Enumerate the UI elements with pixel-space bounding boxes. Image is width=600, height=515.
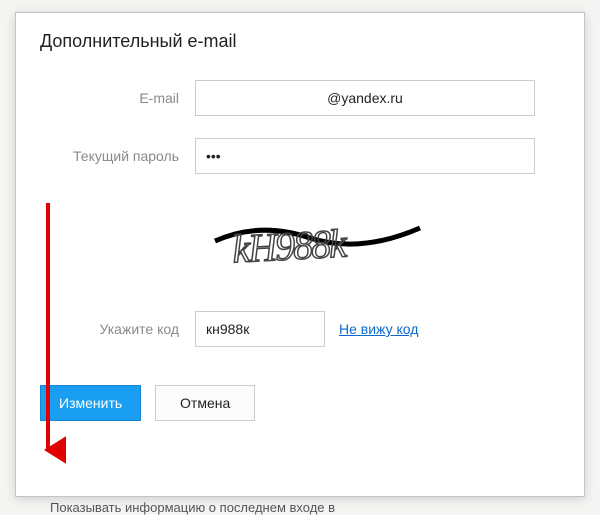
submit-button[interactable]: Изменить: [40, 385, 141, 421]
email-row: E-mail: [40, 80, 560, 116]
password-label: Текущий пароль: [40, 148, 195, 164]
code-row: Укажите код Не вижу код: [40, 311, 560, 347]
email-label: E-mail: [40, 90, 195, 106]
svg-text:kH988k: kH988k: [231, 220, 349, 271]
captcha-image: kH988k: [210, 196, 425, 281]
password-row: Текущий пароль: [40, 138, 560, 174]
additional-email-modal: Дополнительный e-mail E-mail Текущий пар…: [15, 12, 585, 497]
captcha-code-input[interactable]: [195, 311, 325, 347]
email-input[interactable]: [195, 80, 535, 116]
background-partial-text: Показывать информацию о последнем входе …: [50, 500, 590, 515]
refresh-captcha-link[interactable]: Не вижу код: [339, 321, 418, 337]
captcha-row: kH988k: [40, 196, 560, 281]
cancel-button[interactable]: Отмена: [155, 385, 255, 421]
modal-title: Дополнительный e-mail: [40, 31, 560, 52]
code-label: Укажите код: [40, 321, 195, 337]
buttons-row: Изменить Отмена: [40, 385, 560, 421]
password-input[interactable]: [195, 138, 535, 174]
